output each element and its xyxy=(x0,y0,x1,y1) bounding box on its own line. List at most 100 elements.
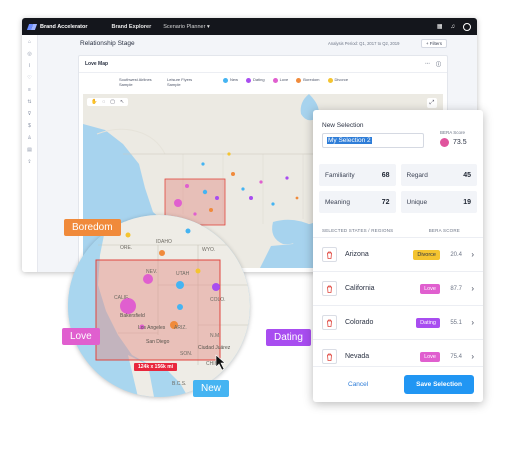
save-selection-button[interactable]: Save Selection xyxy=(404,375,474,394)
apps-grid-icon[interactable]: ▦ xyxy=(437,23,443,30)
region-name: Colorado xyxy=(345,319,374,326)
map-card-tools: ⋯ ⓘ xyxy=(425,61,441,68)
dating-pill: Dating xyxy=(266,329,311,346)
metric-meaning: Meaning 72 xyxy=(319,191,396,213)
region-score: 75.4 xyxy=(450,353,462,360)
avatar[interactable] xyxy=(463,22,471,31)
top-icons: ▦ ♫ xyxy=(437,22,471,31)
region-row-colorado[interactable]: Colorado Dating 55.1 › xyxy=(313,305,483,339)
region-score: 55.1 xyxy=(450,319,462,326)
legend-new: New xyxy=(223,77,239,83)
more-icon[interactable]: ⋯ xyxy=(425,61,430,68)
chart-icon[interactable]: ⌇ xyxy=(27,63,33,69)
chevron-right-icon[interactable]: › xyxy=(462,250,474,259)
legend-dot xyxy=(296,78,302,83)
legend-label: New xyxy=(230,77,239,82)
filter-icon[interactable]: ⊽ xyxy=(27,111,33,117)
trash-icon[interactable] xyxy=(322,247,337,262)
region-name: Arizona xyxy=(345,251,369,258)
label-calif: CALIF. xyxy=(114,295,129,301)
label-colo: COLO. xyxy=(210,297,226,303)
nav-brand-explorer[interactable]: Brand Explorer xyxy=(111,24,151,30)
love-pill: Love xyxy=(62,328,100,345)
nav-scenario-planner-label: Scenario Planner xyxy=(163,23,206,30)
filters-label: Filters xyxy=(429,41,442,46)
trash-icon[interactable] xyxy=(322,315,337,330)
chevron-right-icon[interactable]: › xyxy=(462,284,474,293)
analysis-period[interactable]: Analysis Period: Q1, 2017 to Q2, 2019 xyxy=(328,41,399,46)
heart-icon[interactable]: ♡ xyxy=(27,75,33,81)
map-card-title: Love Map xyxy=(85,61,109,67)
home-icon[interactable]: ⌂ xyxy=(27,39,33,45)
bera-score-value: 73.5 xyxy=(453,139,467,146)
document-icon[interactable]: ▤ xyxy=(27,147,33,153)
metric-label: Familiarity xyxy=(325,171,355,179)
boredom-pill: Boredom xyxy=(64,219,121,236)
select-rect-icon[interactable]: ▢ xyxy=(110,99,115,105)
lasso-icon[interactable]: ◌ xyxy=(102,99,105,105)
metric-regard: Regard 45 xyxy=(400,164,477,186)
metrics-grid: Familiarity 68 Regard 45 Meaning 72 Unique 1… xyxy=(319,164,477,213)
stage-badge: Love xyxy=(420,283,440,294)
label-nev: NEV. xyxy=(146,269,157,275)
score-header-label: BERA SCORE xyxy=(428,228,460,233)
page-title: Relationship Stage xyxy=(80,40,135,47)
dollar-icon[interactable]: $ xyxy=(27,123,33,129)
metric-value: 72 xyxy=(381,198,390,206)
selection-panel: New Selection My Selection 2 BERA Score … xyxy=(313,110,483,402)
selection-name-input[interactable]: My Selection 2 xyxy=(322,133,424,148)
bell-icon[interactable]: ♫ xyxy=(451,24,456,30)
legend-divorce: Divorce xyxy=(327,77,348,83)
legend-dot xyxy=(327,78,333,83)
region-row-california[interactable]: California Love 87.7 › xyxy=(313,271,483,305)
metric-label: Meaning xyxy=(325,198,350,206)
main-nav: Brand Explorer Scenario Planner ▾ xyxy=(111,24,209,30)
chevron-right-icon[interactable]: › xyxy=(462,352,474,361)
regions-header-label: SELECTED STATES / REGIONS xyxy=(322,228,394,233)
brand-logo[interactable]: Brand Accelerator xyxy=(28,24,87,30)
legend-segment: Leisure Flyers Sample xyxy=(167,77,215,87)
label-bakersfield: Bakersfield xyxy=(120,313,145,319)
label-son: SON. xyxy=(180,351,192,357)
legend-label: Love xyxy=(279,77,289,82)
stage-badge: Divorce xyxy=(413,249,440,260)
expand-icon[interactable]: ⤢ xyxy=(427,98,437,108)
trash-icon[interactable] xyxy=(322,281,337,296)
label-idaho: IDAHO xyxy=(156,239,172,245)
filters-button[interactable]: + Filters xyxy=(420,39,447,48)
pointer-icon[interactable]: ↖ xyxy=(120,99,124,105)
legend-dot xyxy=(272,78,278,83)
chevron-right-icon[interactable]: › xyxy=(462,318,474,327)
info-icon[interactable]: ⓘ xyxy=(436,61,441,68)
selection-size-tag: 124k x 156k mi xyxy=(134,363,178,371)
upload-icon[interactable]: ⇪ xyxy=(27,159,33,165)
legend-boredom: Boredom xyxy=(296,77,320,83)
region-row-arizona[interactable]: Arizona Divorce 20.4 › xyxy=(313,237,483,271)
label-nm: N.M. xyxy=(210,333,221,339)
layers-icon[interactable]: ≡ xyxy=(27,87,33,93)
hand-icon[interactable]: ✋ xyxy=(91,99,97,105)
selection-name-value: My Selection 2 xyxy=(327,137,372,144)
nav-scenario-planner[interactable]: Scenario Planner ▾ xyxy=(163,24,210,30)
stage-badge: Love xyxy=(420,351,440,362)
legend-dating: Dating xyxy=(246,77,265,83)
trash-icon[interactable] xyxy=(322,349,337,364)
legend-love: Love xyxy=(272,77,289,83)
label-bcs: B.C.S. xyxy=(172,381,186,387)
metric-value: 68 xyxy=(381,171,390,179)
region-score: 87.7 xyxy=(450,285,462,292)
legend-dot xyxy=(246,78,252,83)
swap-icon[interactable]: ⇅ xyxy=(27,99,33,105)
label-wyo: WYO. xyxy=(202,247,215,253)
compass-icon[interactable]: ◎ xyxy=(27,51,33,57)
metric-label: Unique xyxy=(406,198,428,206)
metric-familiarity: Familiarity 68 xyxy=(319,164,396,186)
legend-segment-sub: Sample xyxy=(167,81,181,87)
brand-name: Brand Accelerator xyxy=(40,23,88,30)
brand-mark-icon xyxy=(28,24,37,30)
legend-dot xyxy=(223,78,228,83)
person-icon[interactable]: ♙ xyxy=(27,135,33,141)
region-name: Nevada xyxy=(345,353,370,360)
cancel-button[interactable]: Cancel xyxy=(348,381,368,388)
label-san-diego: San Diego xyxy=(146,339,170,345)
